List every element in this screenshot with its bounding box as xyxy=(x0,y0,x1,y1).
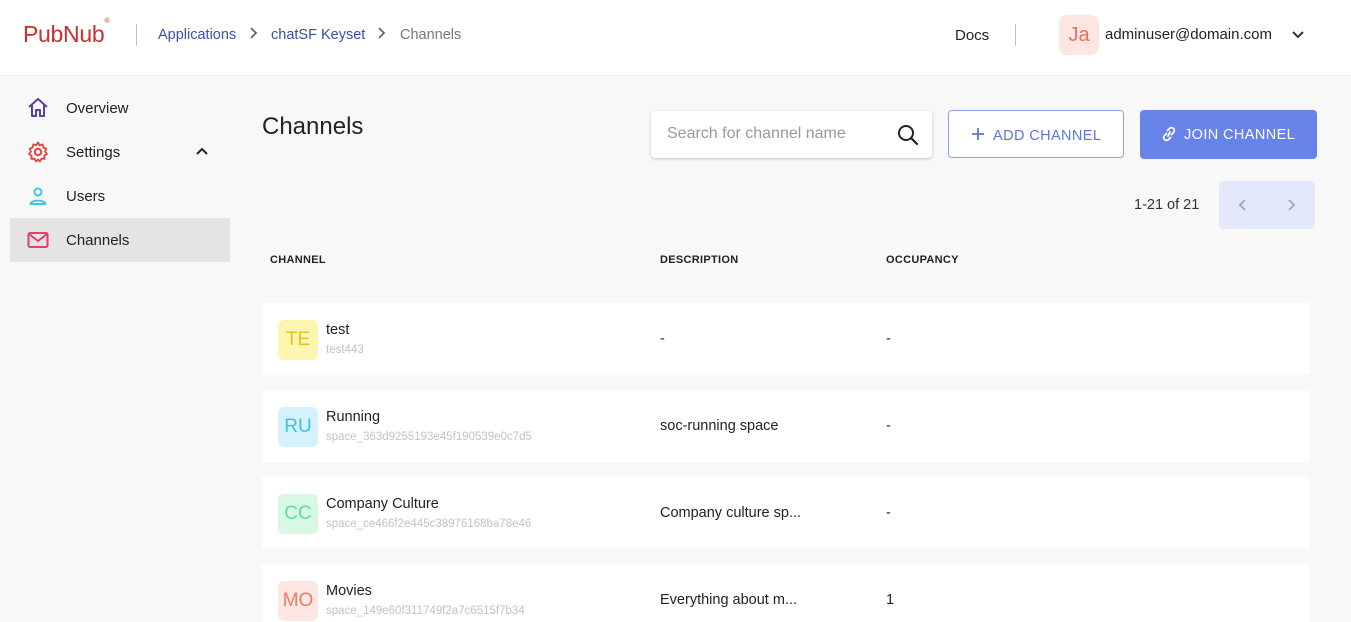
table-row[interactable]: RU Running space_363d9255193e45f190539e0… xyxy=(262,390,1310,462)
top-header: PubNub® Applications chatSF Keyset Chann… xyxy=(0,0,1351,76)
user-email[interactable]: adminuser@domain.com xyxy=(1105,26,1272,43)
breadcrumb-applications[interactable]: Applications xyxy=(158,27,236,43)
sidebar-item-settings[interactable]: Settings xyxy=(10,130,230,174)
gear-icon xyxy=(28,141,48,163)
add-channel-label: ADD CHANNEL xyxy=(993,128,1102,144)
breadcrumb-keyset[interactable]: chatSF Keyset xyxy=(271,27,365,43)
channel-avatar: CC xyxy=(278,494,318,534)
sidebar-item-label: Settings xyxy=(66,144,121,161)
channel-description: Everything about m... xyxy=(660,592,798,608)
channel-name: Movies xyxy=(326,583,372,599)
channel-id: test443 xyxy=(326,344,364,356)
link-icon xyxy=(1162,126,1176,142)
channel-avatar: RU xyxy=(278,407,318,447)
channel-id: space_149e60f311749f2a7c6515f7b34 xyxy=(326,605,525,617)
user-icon xyxy=(29,187,47,205)
sidebar-item-label: Channels xyxy=(66,232,130,249)
chevron-left-icon[interactable] xyxy=(1235,197,1251,213)
channel-occupancy: - xyxy=(886,331,891,347)
header-divider xyxy=(136,24,137,46)
sidebar-item-label: Users xyxy=(66,188,106,205)
join-channel-label: JOIN CHANNEL xyxy=(1184,127,1296,143)
docs-link[interactable]: Docs xyxy=(955,27,989,44)
column-header-occupancy: OCCUPANCY xyxy=(886,254,959,266)
home-icon xyxy=(28,98,48,117)
sidebar-item-channels[interactable]: Channels xyxy=(10,218,230,262)
channel-occupancy: - xyxy=(886,505,891,521)
user-avatar[interactable]: Ja xyxy=(1059,15,1099,55)
header-divider xyxy=(1015,24,1016,46)
table-row[interactable]: MO Movies space_149e60f311749f2a7c6515f7… xyxy=(262,564,1310,622)
pagination-range: 1-21 of 21 xyxy=(1134,197,1200,213)
channel-occupancy: 1 xyxy=(886,592,895,608)
chevron-up-icon[interactable] xyxy=(194,143,210,159)
sidebar-item-label: Overview xyxy=(66,100,129,117)
channel-description: Company culture sp... xyxy=(660,505,802,521)
plus-icon xyxy=(972,128,984,140)
sidebar-item-users[interactable]: Users xyxy=(10,174,230,218)
channel-avatar: TE xyxy=(278,320,318,360)
channel-id: space_363d9255193e45f190539e0c7d5 xyxy=(326,431,532,443)
channel-name: Running xyxy=(326,409,381,425)
pubnub-logo[interactable]: PubNub® xyxy=(23,18,109,48)
sidebar-item-overview[interactable]: Overview xyxy=(10,86,230,130)
mail-icon xyxy=(27,232,49,248)
channel-occupancy: - xyxy=(886,418,891,434)
breadcrumb-current: Channels xyxy=(400,27,462,43)
channel-id: space_ce466f2e445c38976168ba78e46 xyxy=(326,518,532,530)
table-row[interactable]: TE test test443 - - xyxy=(262,303,1310,375)
chevron-down-icon[interactable] xyxy=(1290,28,1306,42)
chevron-right-icon xyxy=(250,27,258,39)
search-icon[interactable] xyxy=(897,124,919,146)
search-input[interactable] xyxy=(667,123,887,145)
chevron-right-icon[interactable] xyxy=(1283,197,1299,213)
column-header-channel: CHANNEL xyxy=(270,254,326,266)
channel-description: - xyxy=(660,331,665,347)
channel-avatar: MO xyxy=(278,581,318,621)
pagination-controls xyxy=(1219,181,1315,229)
page-title: Channels xyxy=(262,113,364,140)
channel-name: test xyxy=(326,322,350,338)
add-channel-button[interactable]: ADD CHANNEL xyxy=(948,110,1124,158)
channel-search[interactable] xyxy=(651,111,932,158)
table-row[interactable]: CC Company Culture space_ce466f2e445c389… xyxy=(262,477,1310,549)
channel-description: soc-running space xyxy=(660,418,779,434)
channel-name: Company Culture xyxy=(326,496,439,512)
column-header-description: DESCRIPTION xyxy=(660,254,739,266)
join-channel-button[interactable]: JOIN CHANNEL xyxy=(1140,110,1317,159)
chevron-right-icon xyxy=(378,27,386,39)
